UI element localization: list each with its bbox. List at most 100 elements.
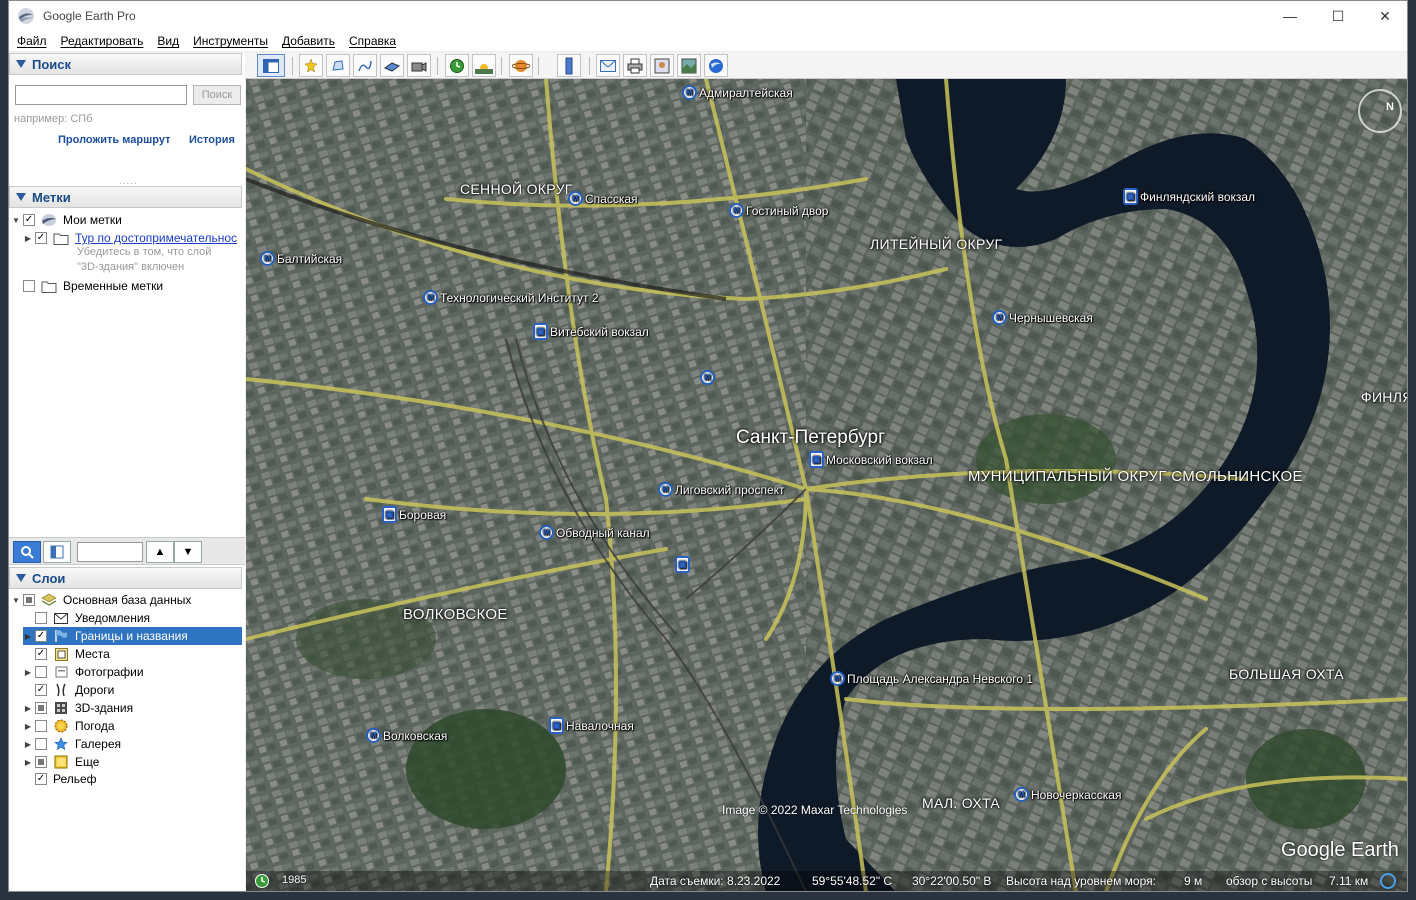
menu-file[interactable]: Файл — [17, 34, 47, 48]
add-image-overlay-button[interactable] — [380, 54, 404, 77]
metro-station-label[interactable]: M Адмиралтейская — [682, 85, 793, 100]
map-view[interactable]: Санкт-Петербург СЕННОЙ ОКРУГ ЛИТЕЙНЫЙ ОК… — [246, 79, 1407, 891]
maximize-button[interactable]: ☐ — [1315, 1, 1361, 31]
menu-edit[interactable]: Редактировать — [61, 34, 144, 48]
layer-photos[interactable]: ▶ Фотографии — [23, 663, 144, 681]
checkbox[interactable] — [23, 280, 35, 292]
layer-terrain[interactable]: ✓ Рельеф — [11, 770, 97, 788]
expand-arrow-icon[interactable]: ▶ — [23, 722, 33, 731]
expand-arrow-icon[interactable]: ▶ — [23, 758, 33, 767]
menu-view[interactable]: Вид — [157, 34, 179, 48]
places-panel-header[interactable]: Метки — [9, 186, 242, 208]
railway-icon-unlabeled[interactable]: ▣ — [675, 556, 692, 573]
checkbox[interactable] — [35, 666, 47, 678]
directions-link[interactable]: Проложить маршрут — [58, 134, 170, 146]
menu-help[interactable]: Справка — [349, 34, 396, 48]
layer-more[interactable]: ▶ Еще — [23, 753, 100, 771]
ruler-button[interactable] — [557, 54, 581, 77]
toggle-panel-button[interactable] — [43, 541, 71, 563]
layer-gallery[interactable]: ▶ Галерея — [23, 735, 121, 753]
sunlight-button[interactable] — [472, 54, 496, 77]
metro-station-label[interactable]: M Спасская — [568, 191, 638, 206]
railway-station-label[interactable]: ▣ Боровая — [382, 506, 446, 523]
layer-label: Уведомления — [75, 611, 151, 625]
checkbox[interactable] — [35, 612, 47, 624]
email-button[interactable] — [596, 54, 620, 77]
search-button[interactable]: Поиск — [193, 85, 241, 105]
search-input[interactable] — [15, 85, 187, 105]
metro-icon: M — [700, 370, 715, 385]
historical-imagery-button[interactable] — [445, 54, 469, 77]
expand-arrow-icon[interactable]: ▼ — [11, 216, 21, 225]
add-polygon-button[interactable] — [326, 54, 350, 77]
history-link[interactable]: История — [189, 134, 235, 146]
folder-icon — [53, 231, 69, 245]
expand-arrow-icon[interactable]: ▶ — [23, 704, 33, 713]
earth-view-button[interactable] — [704, 54, 728, 77]
metro-station-label[interactable]: M Площадь Александра Невского 1 — [830, 671, 1033, 686]
layer-borders-labels[interactable]: ▶ ✓ Границы и названия — [23, 627, 242, 645]
close-button[interactable]: ✕ — [1362, 1, 1407, 31]
add-placemark-button[interactable] — [299, 54, 323, 77]
railway-station-label[interactable]: ▣ Навалочная — [549, 717, 634, 734]
metro-station-label[interactable]: M Волковская — [366, 728, 447, 743]
expand-arrow-icon[interactable]: ▶ — [23, 234, 33, 243]
layer-notifications[interactable]: Уведомления — [23, 609, 150, 627]
move-up-button[interactable]: ▲ — [146, 541, 174, 563]
minimize-button[interactable]: — — [1267, 1, 1313, 31]
layer-weather[interactable]: ▶ Погода — [23, 717, 115, 735]
layer-roads[interactable]: ✓ Дороги — [23, 681, 114, 699]
checkbox[interactable]: ✓ — [35, 630, 47, 642]
layer-3d-buildings[interactable]: ▶ 3D-здания — [23, 699, 133, 717]
tree-item-tour[interactable]: ▶ ✓ Тур по достопримечательнос — [23, 229, 237, 247]
menu-tools[interactable]: Инструменты — [193, 34, 268, 48]
checkbox[interactable] — [23, 594, 35, 606]
railway-station-label[interactable]: ▣ Витебский вокзал — [533, 323, 649, 340]
compass-north-icon[interactable]: N — [1386, 101, 1394, 113]
checkbox[interactable]: ✓ — [35, 232, 47, 244]
menu-add[interactable]: Добавить — [282, 34, 335, 48]
search-places-button[interactable] — [13, 541, 41, 563]
print-button[interactable] — [623, 54, 647, 77]
layers-panel-header[interactable]: Слои — [9, 567, 242, 589]
sidebar-toggle-button[interactable] — [257, 54, 285, 77]
metro-station-label[interactable]: M Обводный канал — [539, 525, 650, 540]
switch-planet-button[interactable] — [509, 54, 533, 77]
metro-station-label[interactable]: M Чернышевская — [992, 310, 1093, 325]
checkbox[interactable]: ✓ — [23, 214, 35, 226]
tree-item-my-places[interactable]: ▼ ✓ Мои метки — [11, 211, 122, 229]
metro-station-label[interactable]: M Балтийская — [260, 251, 342, 266]
search-panel-header[interactable]: Поиск — [9, 53, 242, 75]
checkbox[interactable]: ✓ — [35, 684, 47, 696]
metro-station-label[interactable]: M Гостиный двор — [729, 203, 828, 218]
show-in-maps-button[interactable] — [677, 54, 701, 77]
layer-places[interactable]: ✓ Места — [23, 645, 110, 663]
checkbox[interactable] — [35, 720, 47, 732]
metro-icon-unlabeled[interactable]: M — [700, 370, 717, 385]
save-image-button[interactable] — [650, 54, 674, 77]
metro-station-label[interactable]: M Лиговский проспект — [658, 482, 785, 497]
metro-station-label[interactable]: M Новочеркасская — [1014, 787, 1121, 802]
railway-station-label[interactable]: ▣ Московский вокзал — [809, 451, 933, 468]
move-down-button[interactable]: ▼ — [174, 541, 202, 563]
city-label[interactable]: Санкт-Петербург — [736, 427, 885, 449]
checkbox[interactable]: ✓ — [35, 773, 47, 785]
checkbox[interactable] — [35, 756, 47, 768]
record-tour-button[interactable] — [407, 54, 431, 77]
metro-station-label[interactable]: M Технологический Институт 2 — [423, 290, 599, 305]
railway-station-label[interactable]: ▣ Финляндский вокзал — [1123, 188, 1255, 205]
tour-link[interactable]: Тур по достопримечательнос — [75, 231, 237, 245]
checkbox[interactable] — [35, 738, 47, 750]
places-filter-input[interactable] — [77, 542, 143, 562]
expand-arrow-icon[interactable]: ▼ — [11, 596, 21, 605]
historical-clock-icon[interactable] — [254, 873, 270, 891]
compass-ring[interactable] — [1358, 89, 1402, 133]
expand-arrow-icon[interactable]: ▶ — [23, 668, 33, 677]
expand-arrow-icon[interactable]: ▶ — [23, 632, 33, 641]
add-path-button[interactable] — [353, 54, 377, 77]
checkbox[interactable] — [35, 702, 47, 714]
checkbox[interactable]: ✓ — [35, 648, 47, 660]
expand-arrow-icon[interactable]: ▶ — [23, 740, 33, 749]
layer-primary-database[interactable]: ▼ Основная база данных — [11, 591, 191, 609]
tree-item-temporary-places[interactable]: Временные метки — [11, 277, 163, 295]
